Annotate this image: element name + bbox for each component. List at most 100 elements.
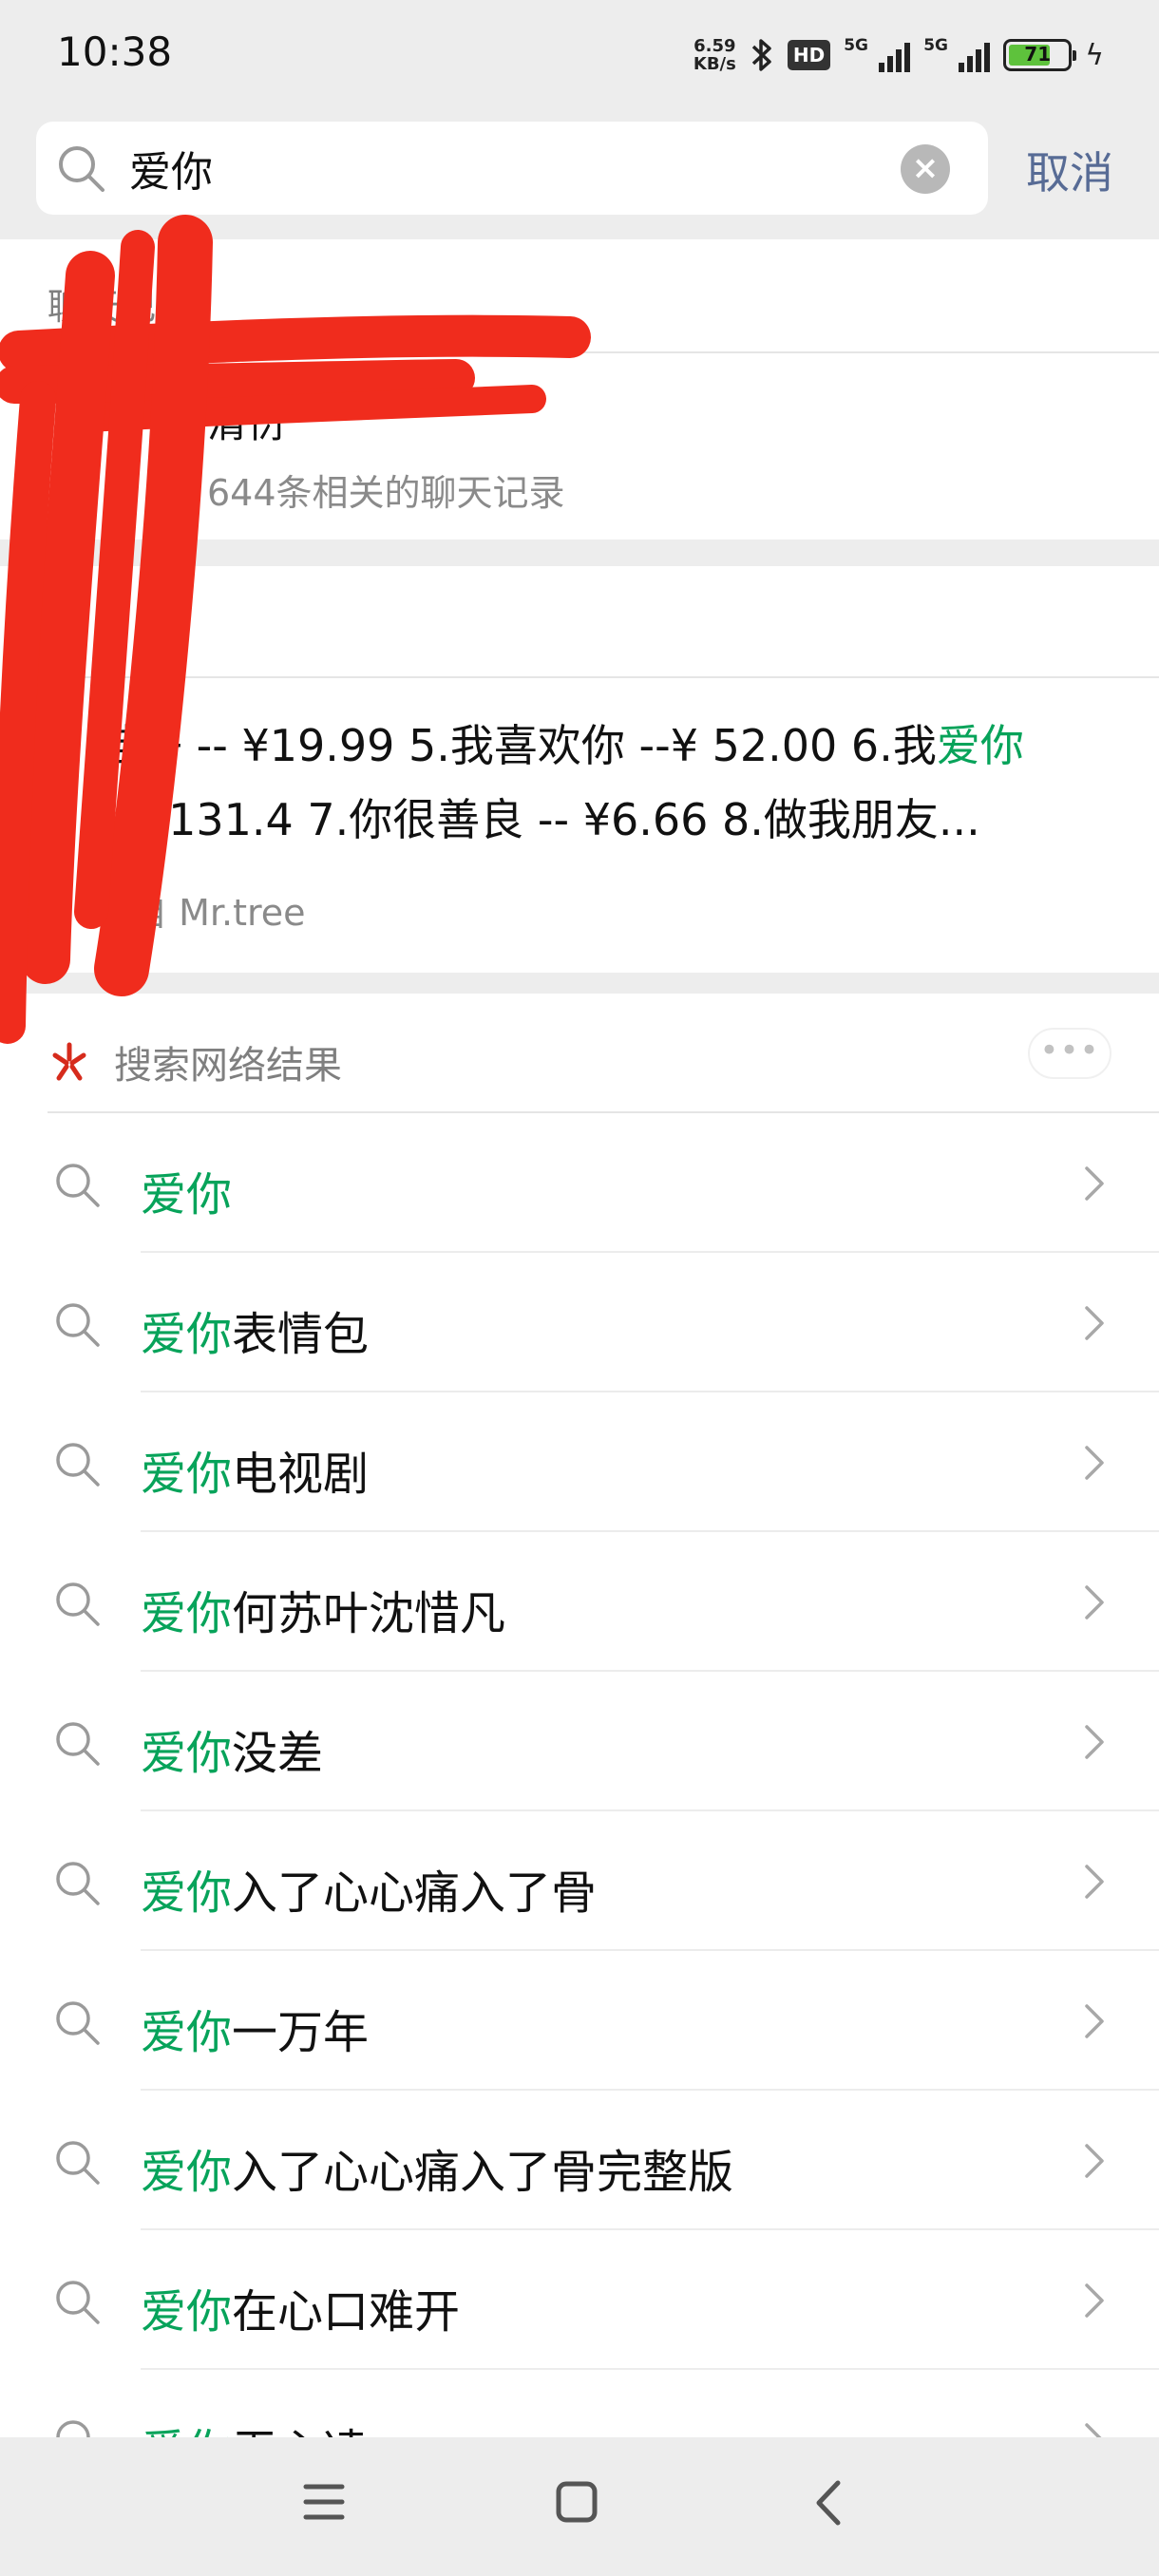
battery-icon: 71: [1003, 39, 1077, 71]
battery-level: 71: [1024, 43, 1052, 66]
status-time: 10:38: [57, 28, 173, 75]
chevron-right-icon: [1085, 1446, 1104, 1480]
suggestion-item[interactable]: 爱你何苏叶沈惜凡: [0, 1532, 1159, 1672]
suggestion-text: 爱你何苏叶沈惜凡: [141, 1576, 505, 1642]
suggestion-keyword: 爱你: [141, 1308, 233, 1361]
chevron-right-icon: [1085, 1166, 1104, 1201]
divider: [48, 351, 1159, 353]
article-section[interactable]: 鞋子 -- ¥19.99 5.我喜欢你 --¥ 52.00 6.我爱你 -- ¥…: [0, 566, 1159, 973]
suggestion-text: 爱你入了心心痛入了骨: [141, 1855, 597, 1922]
search-input[interactable]: [129, 139, 889, 198]
suggestion-text: 爱你电视剧: [141, 1436, 369, 1503]
search-icon: [56, 1862, 100, 1905]
search-icon: [59, 146, 104, 192]
menu-icon[interactable]: [302, 2472, 346, 2534]
suggestion-item[interactable]: 爱你没差: [0, 1672, 1159, 1811]
hd-badge: HD: [787, 40, 831, 70]
search-bar[interactable]: ×: [36, 122, 988, 215]
more-options-button[interactable]: •••: [1028, 1028, 1112, 1079]
suggestion-list: 爱你 爱你表情包 爱你电视剧 爱你何苏叶沈惜凡 爱你没差 爱你入了心心痛入了骨 爱你一万年爱…: [0, 1113, 1159, 2437]
suggestion-item[interactable]: 爱你表情包: [0, 1253, 1159, 1392]
search-icon: [56, 1164, 100, 1207]
home-icon[interactable]: [555, 2472, 598, 2534]
search-icon: [56, 2281, 100, 2324]
search-icon: [56, 1582, 100, 1626]
bluetooth-icon: [751, 39, 771, 71]
article-line2: -- ¥131.4 7.你很善良 -- ¥6.66 8.做我朋友...: [95, 794, 980, 845]
network-speed: 6.59 KB/s: [694, 37, 736, 73]
suggestion-rest: 在心口难开: [232, 2285, 461, 2339]
signal-label: 5G: [923, 36, 948, 55]
signal-icon: 5G: [844, 36, 911, 74]
suggestion-keyword: 爱你: [141, 2425, 232, 2437]
suggestion-keyword: 爱你: [141, 1866, 233, 1920]
search-icon: [56, 1443, 100, 1487]
chat-record-count: 644条相关的聊天记录: [207, 472, 565, 514]
divider: [48, 676, 1159, 678]
signal-icon: 5G: [923, 36, 991, 74]
network-speed-unit: KB/s: [693, 54, 736, 74]
search-logo-icon: [52, 1042, 86, 1081]
status-bar: 10:38 6.59 KB/s HD 5G 5G 71 ϟ: [0, 0, 1159, 112]
suggestion-keyword: 爱你: [141, 2146, 233, 2199]
suggestion-text: 爱你无心凌: [141, 2414, 369, 2437]
suggestion-rest: 没差: [232, 1727, 324, 1780]
cancel-button[interactable]: 取消: [1026, 139, 1113, 201]
suggestion-text: 爱你: [141, 1157, 232, 1223]
clear-search-button[interactable]: ×: [901, 144, 950, 194]
web-results-header: 搜索网络结果: [48, 1033, 342, 1090]
suggestion-rest: 电视剧: [232, 1448, 370, 1501]
suggestion-item[interactable]: 爱你入了心心痛入了骨: [0, 1811, 1159, 1951]
suggestion-item[interactable]: 爱你在心口难开: [0, 2230, 1159, 2370]
suggestion-rest: 表情包: [232, 1308, 370, 1361]
network-speed-value: 6.59: [694, 36, 736, 56]
search-icon: [56, 1303, 100, 1347]
article-source: 来自 Mr.tree: [95, 892, 306, 934]
chat-records-header: 聊天记录: [48, 286, 193, 328]
chevron-right-icon: [1085, 1865, 1104, 1899]
suggestion-keyword: 爱你: [141, 1727, 233, 1780]
search-icon: [56, 1722, 100, 1766]
article-line1: 鞋子 -- ¥19.99 5.我喜欢你 --¥ 52.00 6.我: [95, 720, 937, 771]
suggestion-item[interactable]: 爱你入了心心痛入了骨完整版: [0, 2091, 1159, 2230]
web-results-title: 搜索网络结果: [114, 1044, 342, 1088]
suggestion-rest: 入了心心痛入了骨完整版: [232, 2146, 734, 2199]
chevron-right-icon: [1085, 1306, 1104, 1340]
article-snippet: 鞋子 -- ¥19.99 5.我喜欢你 --¥ 52.00 6.我爱你 -- ¥…: [95, 709, 1112, 857]
suggestion-item[interactable]: 爱你: [0, 1113, 1159, 1253]
chevron-right-icon: [1085, 2004, 1104, 2038]
suggestion-item[interactable]: 爱你电视剧: [0, 1392, 1159, 1532]
suggestion-item[interactable]: 爱你一万年: [0, 1951, 1159, 2091]
web-results-section: 搜索网络结果 ••• 爱你 爱你表情包 爱你电视剧 爱你何苏叶沈惜凡 爱你没差 爱你入了心…: [0, 994, 1159, 2437]
suggestion-keyword: 爱你: [141, 2285, 233, 2339]
suggestion-text: 爱你入了心心痛入了骨完整版: [141, 2134, 733, 2201]
suggestion-keyword: 爱你: [141, 2006, 233, 2059]
article-highlight: 爱你: [936, 720, 1024, 771]
suggestion-text: 爱你没差: [141, 1715, 323, 1782]
navigation-bar: [0, 2437, 1159, 2576]
contact-name: 清衍: [207, 400, 288, 446]
suggestion-item[interactable]: 爱你无心凌: [0, 2370, 1159, 2437]
signal-label: 5G: [844, 36, 868, 55]
suggestion-keyword: 爱你: [141, 1587, 233, 1640]
chevron-right-icon: [1085, 1585, 1104, 1619]
search-icon: [56, 2141, 100, 2185]
suggestion-rest: 入了心心痛入了骨: [232, 1866, 598, 1920]
chevron-right-icon: [1085, 1725, 1104, 1759]
charging-icon: ϟ: [1085, 38, 1104, 72]
suggestion-keyword: 爱你: [141, 1168, 233, 1222]
suggestion-text: 爱你在心口难开: [141, 2274, 460, 2340]
suggestion-rest: 无心凌: [232, 2425, 369, 2437]
suggestion-keyword: 爱你: [141, 1448, 233, 1501]
chevron-right-icon: [1085, 2144, 1104, 2178]
suggestion-rest: 一万年: [232, 2006, 370, 2059]
chevron-right-icon: [1085, 2283, 1104, 2318]
suggestion-text: 爱你一万年: [141, 1995, 369, 2061]
back-icon[interactable]: [809, 2472, 847, 2534]
search-icon: [56, 2420, 90, 2437]
suggestion-text: 爱你表情包: [141, 1297, 369, 1363]
chevron-right-icon: [1085, 2423, 1102, 2437]
status-icons: 6.59 KB/s HD 5G 5G 71 ϟ: [694, 32, 1104, 78]
suggestion-rest: 何苏叶沈惜凡: [232, 1587, 506, 1640]
search-icon: [56, 2001, 100, 2045]
